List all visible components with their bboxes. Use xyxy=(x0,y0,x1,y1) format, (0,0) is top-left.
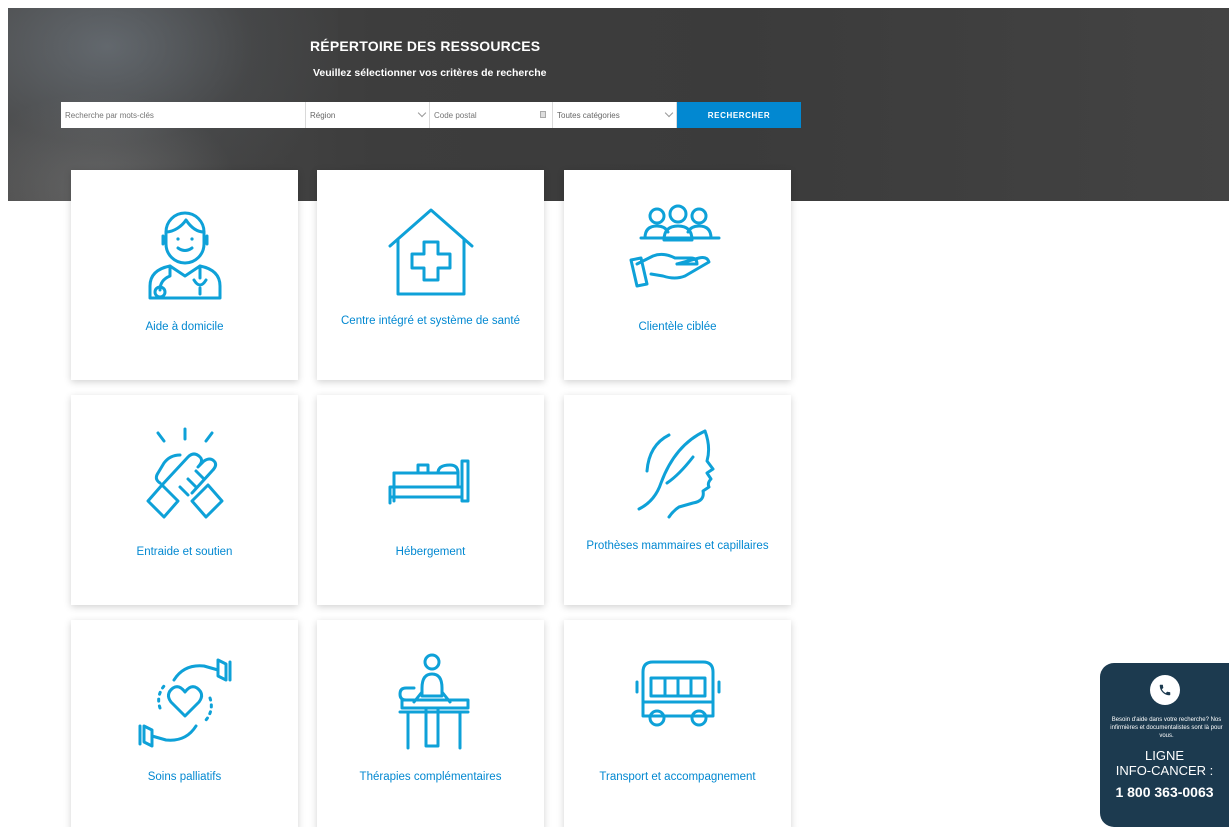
location-icon[interactable] xyxy=(540,111,546,118)
search-button[interactable]: RECHERCHER xyxy=(677,102,801,128)
search-bar: Région Toutes catégories RECHERCHER xyxy=(61,102,801,128)
help-message: Besoin d'aide dans votre recherche? Nos … xyxy=(1110,717,1223,739)
category-label: Soins palliatifs xyxy=(147,771,222,783)
help-line-label: LIGNE xyxy=(1144,748,1184,763)
category-select[interactable]: Toutes catégories xyxy=(553,102,677,128)
category-label: Prothèses mammaires et capillaires xyxy=(586,540,769,552)
region-select-value: Région xyxy=(310,110,336,120)
target-clients-icon xyxy=(623,202,733,302)
chevron-down-icon xyxy=(417,108,427,118)
category-label: Centre intégré et système de santé xyxy=(341,315,520,327)
page-subtitle: Veuillez sélectionner vos critères de re… xyxy=(313,67,547,79)
category-label: Transport et accompagnement xyxy=(599,771,756,783)
category-card-home-care[interactable]: Aide à domicile xyxy=(71,170,298,380)
chevron-down-icon xyxy=(664,108,674,118)
category-label: Aide à domicile xyxy=(145,321,224,333)
category-label: Entraide et soutien xyxy=(136,546,233,558)
category-select-value: Toutes catégories xyxy=(557,110,620,120)
category-label: Clientèle ciblée xyxy=(638,321,717,333)
massage-therapy-icon xyxy=(376,652,486,752)
info-cancer-help-widget[interactable]: Besoin d'aide dans votre recherche? Nos … xyxy=(1100,663,1229,827)
postal-code-input[interactable] xyxy=(434,102,548,128)
keyword-search-input[interactable] xyxy=(65,102,301,128)
page-title: RÉPERTOIRE DES RESSOURCES xyxy=(310,38,541,54)
category-label: Hébergement xyxy=(395,546,466,558)
category-card-prostheses[interactable]: Prothèses mammaires et capillaires xyxy=(564,395,791,605)
category-card-palliative-care[interactable]: Soins palliatifs xyxy=(71,620,298,827)
help-phone-number[interactable]: 1 800 363-0063 xyxy=(1100,784,1229,800)
category-card-target-clients[interactable]: Clientèle ciblée xyxy=(564,170,791,380)
region-select[interactable]: Région xyxy=(306,102,430,128)
face-profile-icon xyxy=(623,427,733,527)
help-service-name: INFO-CANCER : xyxy=(1115,763,1214,778)
home-care-nurse-icon xyxy=(130,202,240,302)
category-label: Thérapies complémentaires xyxy=(359,771,502,783)
bus-icon xyxy=(623,652,733,752)
postal-code-field xyxy=(430,102,553,128)
helping-hands-icon xyxy=(130,427,240,527)
category-card-health-center[interactable]: Centre intégré et système de santé xyxy=(317,170,544,380)
hands-heart-icon xyxy=(130,652,240,752)
category-card-housing[interactable]: Hébergement xyxy=(317,395,544,605)
keyword-field xyxy=(61,102,306,128)
category-card-complementary-therapies[interactable]: Thérapies complémentaires xyxy=(317,620,544,827)
bed-icon xyxy=(376,427,486,527)
category-card-transport[interactable]: Transport et accompagnement xyxy=(564,620,791,827)
health-center-house-icon xyxy=(376,202,486,302)
phone-icon xyxy=(1149,675,1180,705)
category-card-mutual-aid[interactable]: Entraide et soutien xyxy=(71,395,298,605)
